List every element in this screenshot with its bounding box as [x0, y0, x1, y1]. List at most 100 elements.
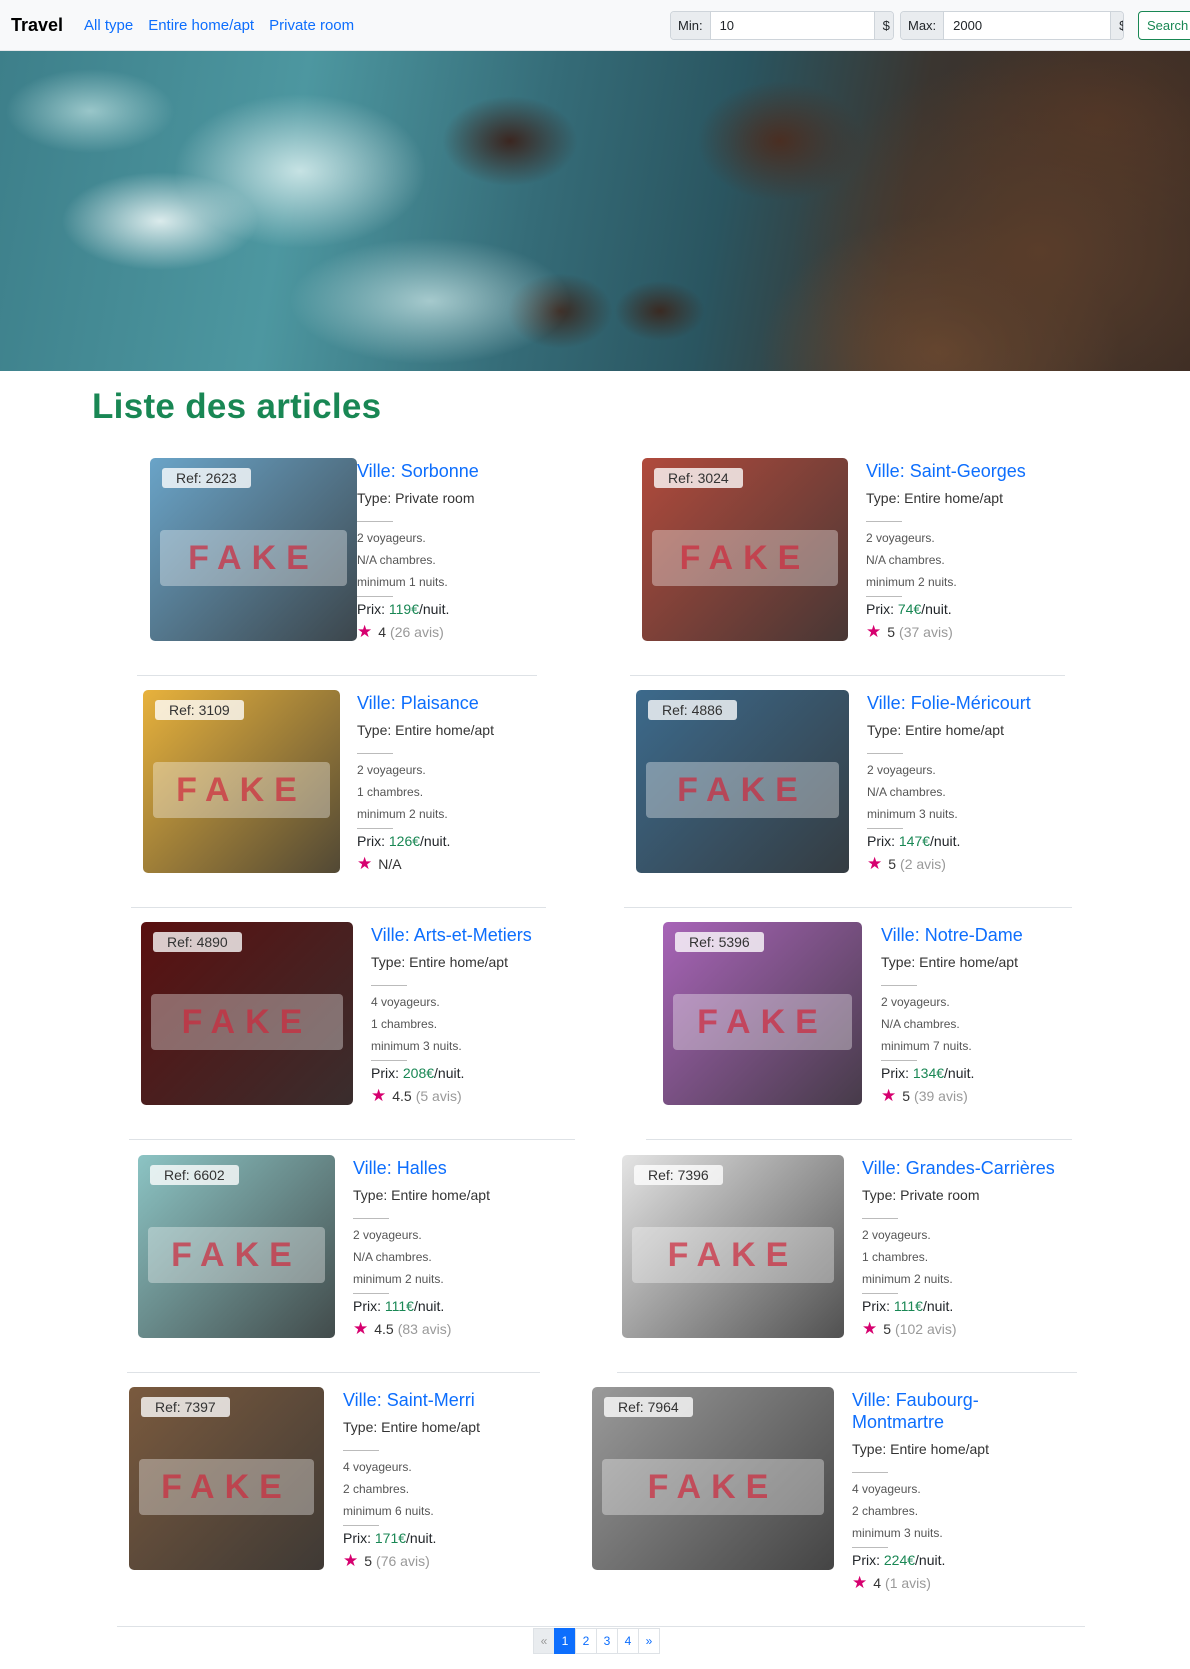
card-separator: [617, 1372, 1077, 1373]
price-amount: 208€: [402, 1065, 435, 1081]
price-amount: 111€: [384, 1298, 414, 1314]
pagination-prev[interactable]: «: [533, 1628, 555, 1654]
price-amount: 147€: [898, 833, 931, 849]
nav-link-all-type[interactable]: All type: [84, 17, 133, 34]
nav-link-private-room[interactable]: Private room: [269, 17, 354, 34]
price-amount: 74€: [897, 601, 922, 617]
fake-watermark: FAKE: [646, 762, 839, 818]
article-title-link[interactable]: Ville: Plaisance: [357, 692, 587, 714]
article-image[interactable]: Ref: 7964 FAKE: [592, 1387, 834, 1570]
minimum-nights: minimum 1 nuits.: [357, 575, 448, 589]
price-label: Prix:: [867, 833, 899, 849]
fake-watermark: FAKE: [148, 1227, 325, 1283]
voyageurs-count: 4 voyageurs.: [371, 995, 440, 1009]
hero-image: [0, 51, 1190, 371]
ref-badge: Ref: 6602: [150, 1165, 239, 1185]
info-divider: [357, 753, 393, 754]
article-image[interactable]: Ref: 6602 FAKE: [138, 1155, 335, 1338]
article-title-link[interactable]: Ville: Folie-Méricourt: [867, 692, 1077, 714]
star-icon: ★: [852, 1573, 868, 1592]
article-image[interactable]: Ref: 5396 FAKE: [663, 922, 862, 1105]
voyageurs-count: 4 voyageurs.: [343, 1460, 412, 1474]
price-unit: /nuit.: [413, 1298, 445, 1314]
price-amount: 111€: [893, 1298, 923, 1314]
article-rating: ★ 5 (76 avis): [343, 1552, 573, 1569]
article-title-link[interactable]: Ville: Arts-et-Metiers: [371, 924, 601, 946]
rating-value: 4.5: [374, 1320, 394, 1337]
article-type: Type: Entire home/apt: [867, 722, 1004, 738]
star-icon: ★: [343, 1551, 359, 1570]
brand[interactable]: Travel: [11, 15, 63, 36]
article-title-link[interactable]: Ville: Saint-Georges: [866, 460, 1076, 482]
info-divider: [852, 1472, 888, 1473]
voyageurs-count: 2 voyageurs.: [357, 531, 426, 545]
min-currency: $: [873, 12, 893, 39]
rating-value: 4: [873, 1574, 882, 1591]
nav-link-entire-home[interactable]: Entire home/apt: [148, 17, 254, 34]
article-price: Prix: 111€/nuit.: [353, 1298, 583, 1314]
article-price: Prix: 126€/nuit.: [357, 833, 587, 849]
article-rating: ★ 5 (102 avis): [862, 1320, 1072, 1337]
article-type: Type: Private room: [357, 490, 475, 506]
article-price: Prix: 208€/nuit.: [371, 1065, 601, 1081]
search-button[interactable]: Search: [1138, 11, 1190, 40]
info-divider: [371, 1060, 407, 1061]
review-count: (39 avis): [914, 1087, 968, 1104]
article-title-link[interactable]: Ville: Grandes-Carrières: [862, 1157, 1072, 1179]
ref-badge: Ref: 7397: [141, 1397, 230, 1417]
article-type: Type: Private room: [862, 1187, 980, 1203]
article-price: Prix: 147€/nuit.: [867, 833, 1077, 849]
info-divider: [866, 596, 902, 597]
rating-value: 5: [887, 623, 896, 640]
info-divider: [862, 1293, 898, 1294]
article-rating: ★ 4 (1 avis): [852, 1574, 1062, 1591]
article-info: Ville: Halles Type: Entire home/apt 2 voya…: [353, 1157, 583, 1337]
fake-watermark: FAKE: [673, 994, 852, 1050]
chambres-count: N/A chambres.: [357, 553, 436, 567]
page-title: Liste des articles: [92, 387, 382, 426]
star-icon: ★: [371, 1086, 387, 1105]
article-image[interactable]: Ref: 7396 FAKE: [622, 1155, 844, 1338]
max-price-input[interactable]: [944, 12, 1111, 39]
article-title-link[interactable]: Ville: Faubourg-Montmartre: [852, 1389, 1062, 1433]
info-divider: [852, 1547, 888, 1548]
article-image[interactable]: Ref: 4886 FAKE: [636, 690, 849, 873]
article-image[interactable]: Ref: 4890 FAKE: [141, 922, 353, 1105]
price-label: Prix:: [371, 1065, 403, 1081]
ref-badge: Ref: 3109: [155, 700, 244, 720]
article-image[interactable]: Ref: 7397 FAKE: [129, 1387, 324, 1570]
rating-value: N/A: [378, 855, 402, 872]
article-title-link[interactable]: Ville: Halles: [353, 1157, 583, 1179]
star-icon: ★: [866, 622, 882, 641]
pagination-next[interactable]: »: [638, 1628, 660, 1654]
article-image[interactable]: Ref: 3024 FAKE: [642, 458, 848, 641]
voyageurs-count: 2 voyageurs.: [357, 763, 426, 777]
minimum-nights: minimum 2 nuits.: [357, 807, 448, 821]
voyageurs-count: 2 voyageurs.: [353, 1228, 422, 1242]
article-image[interactable]: Ref: 2623 FAKE: [150, 458, 357, 641]
article-title-link[interactable]: Ville: Sorbonne: [357, 460, 587, 482]
star-icon: ★: [881, 1086, 897, 1105]
star-icon: ★: [867, 854, 883, 873]
price-label: Prix:: [343, 1530, 375, 1546]
article-price: Prix: 134€/nuit.: [881, 1065, 1091, 1081]
min-price-input[interactable]: [710, 12, 874, 39]
pagination-page-3[interactable]: 3: [596, 1628, 618, 1654]
pagination-page-2[interactable]: 2: [575, 1628, 597, 1654]
price-unit: /nuit.: [406, 1530, 437, 1546]
pagination-page-1[interactable]: 1: [554, 1628, 576, 1654]
article-title-link[interactable]: Ville: Notre-Dame: [881, 924, 1091, 946]
pagination-page-4[interactable]: 4: [617, 1628, 639, 1654]
article-info: Ville: Notre-Dame Type: Entire home/apt 2 …: [881, 924, 1091, 1104]
ref-badge: Ref: 7396: [634, 1165, 723, 1185]
article-info: Ville: Folie-Méricourt Type: Entire home/…: [867, 692, 1077, 872]
minimum-nights: minimum 2 nuits.: [353, 1272, 444, 1286]
article-image[interactable]: Ref: 3109 FAKE: [143, 690, 340, 873]
article-type: Type: Entire home/apt: [343, 1419, 480, 1435]
card-separator: [127, 1372, 540, 1373]
price-amount: 171€: [374, 1530, 407, 1546]
article-title-link[interactable]: Ville: Saint-Merri: [343, 1389, 573, 1411]
info-divider: [866, 521, 902, 522]
article-type: Type: Entire home/apt: [881, 954, 1018, 970]
article-info: Ville: Sorbonne Type: Private room 2 voyag…: [357, 460, 587, 640]
